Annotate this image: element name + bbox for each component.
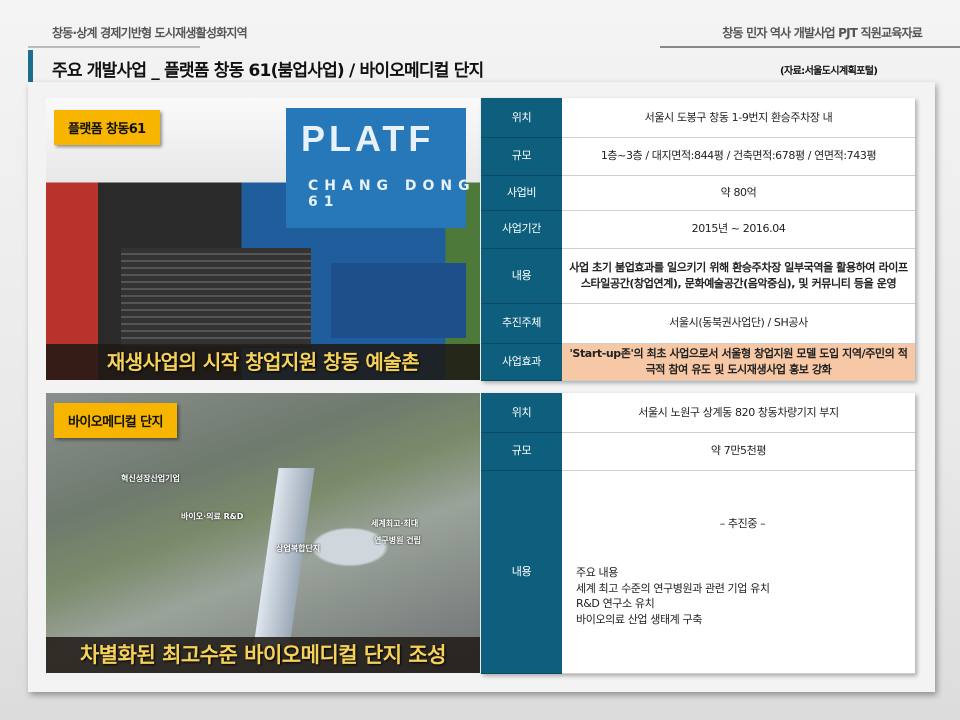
list-item: 세계 최고 수준의 연구병원과 관련 기업 유치 xyxy=(576,581,770,595)
row-value: 약 7만5천평 xyxy=(562,432,915,471)
table-row: 규모 약 7만5천평 xyxy=(481,432,915,471)
list-item: 바이오의료 산업 생태계 구축 xyxy=(576,612,702,626)
row-value: 'Start-up존'의 최초 사업으로서 서울형 창업지원 모델 도입 지역/… xyxy=(562,343,915,381)
row-value: – 추진중 – 주요 내용 세계 최고 수준의 연구병원과 관련 기업 유치 R… xyxy=(562,470,915,674)
row-value: 2015년 ~ 2016.04 xyxy=(562,210,915,249)
source-note: (자료:서울도시계획포털) xyxy=(780,66,878,77)
photo-label: 세계최고·최대 xyxy=(371,519,419,528)
header-divider-right xyxy=(660,46,960,48)
list-item: 주요 내용 xyxy=(576,566,618,580)
title-accent-bar xyxy=(28,50,33,82)
status-text: – 추진중 – xyxy=(719,517,766,531)
row-value: 사업 초기 붐업효과를 일으키기 위해 환승주차장 일부국역을 활용하여 라이프… xyxy=(562,248,915,304)
photo-label: 혁신성장산업기업 xyxy=(121,474,180,483)
header-right-text: 창동 민자 역사 개발사업 PJT 직원교육자료 xyxy=(722,26,923,40)
row-key: 내용 xyxy=(481,248,562,304)
row-key: 추진주체 xyxy=(481,303,562,344)
photo-caption: 차별화된 최고수준 바이오메디컬 단지 조성 xyxy=(46,637,480,673)
row-key: 규모 xyxy=(481,137,562,176)
platform-info-table: 위치 서울시 도봉구 창동 1-9번지 환승주차장 내 규모 1층~3층 / 대지면… xyxy=(481,98,915,381)
biomedical-info-table: 위치 서울시 노원구 상계동 820 창동차량기지 부지 규모 약 7만5천평 내용… xyxy=(481,393,915,674)
header-left-text: 창동·상계 경제기반형 도시재생활성화지역 xyxy=(52,26,248,40)
row-key: 규모 xyxy=(481,432,562,471)
tower-building xyxy=(253,468,315,648)
photo-label: 연구병원 건립 xyxy=(374,536,421,545)
photo-label: 상업복합단지 xyxy=(276,544,321,553)
table-row: 규모 1층~3층 / 대지면적:844평 / 건축면적:678평 / 연면적:74… xyxy=(481,137,915,176)
table-row: 내용 – 추진중 – 주요 내용 세계 최고 수준의 연구병원과 관련 기업 유… xyxy=(481,470,915,674)
table-row: 위치 서울시 도봉구 창동 1-9번지 환승주차장 내 xyxy=(481,98,915,138)
row-value: 서울시(동북권사업단) / SH공사 xyxy=(562,303,915,344)
table-row-highlight: 사업효과 'Start-up존'의 최초 사업으로서 서울형 창업지원 모델 도입… xyxy=(481,343,915,381)
photo-sign-platform: PLATF xyxy=(301,118,435,159)
row-key: 위치 xyxy=(481,393,562,433)
row-key: 사업효과 xyxy=(481,343,562,381)
row-value: 약 80억 xyxy=(562,175,915,211)
row-value: 서울시 도봉구 창동 1-9번지 환승주차장 내 xyxy=(562,98,915,138)
row-value: 1층~3층 / 대지면적:844평 / 건축면적:678평 / 연면적:743평 xyxy=(562,137,915,176)
row-key: 위치 xyxy=(481,98,562,138)
table-row: 추진주체 서울시(동북권사업단) / SH공사 xyxy=(481,303,915,344)
table-row: 위치 서울시 노원구 상계동 820 창동차량기지 부지 xyxy=(481,393,915,433)
photo-sign-changdong: CHANG DONG 61 xyxy=(308,178,476,210)
photo-label: 바이오·의료 R&D xyxy=(181,512,244,521)
photo-caption: 재생사업의 시작 창업지원 창동 예술촌 xyxy=(46,344,480,380)
table-row: 내용 사업 초기 붐업효과를 일으키기 위해 환승주차장 일부국역을 활용하여 라… xyxy=(481,248,915,304)
row-key: 사업비 xyxy=(481,175,562,211)
platform-changdong-photo: PLATF CHANG DONG 61 플랫폼 창동61 재생사업의 시작 창업… xyxy=(46,98,480,380)
header-divider-left xyxy=(28,46,200,48)
stairs xyxy=(121,248,311,348)
page-title: 주요 개발사업 _ 플랫폼 창동 61(붐업사업) / 바이오메디컬 단지 xyxy=(52,61,484,81)
container-lower xyxy=(331,263,466,338)
row-key: 내용 xyxy=(481,470,562,674)
photo-badge: 플랫폼 창동61 xyxy=(54,110,160,145)
biomedical-complex-photo: 혁신성장산업기업 바이오·의료 R&D 상업복합단지 세계최고·최대 연구병원 … xyxy=(46,393,480,673)
row-value: 서울시 노원구 상계동 820 창동차량기지 부지 xyxy=(562,393,915,433)
table-row: 사업기간 2015년 ~ 2016.04 xyxy=(481,210,915,249)
photo-badge: 바이오메디컬 단지 xyxy=(54,403,177,438)
row-key: 사업기간 xyxy=(481,210,562,249)
table-row: 사업비 약 80억 xyxy=(481,175,915,211)
list-item: R&D 연구소 유치 xyxy=(576,597,655,611)
